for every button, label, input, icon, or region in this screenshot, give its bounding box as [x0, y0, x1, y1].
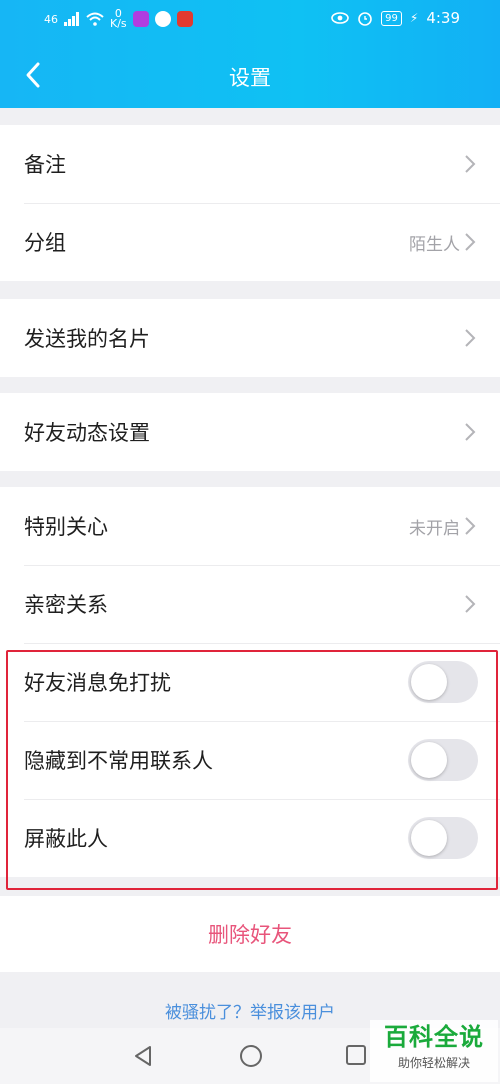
row-label: 好友消息免打扰 [24, 671, 171, 695]
chevron-right-icon [465, 595, 476, 613]
chevron-right-icon [465, 155, 476, 173]
hide-contact-row: 隐藏到不常用联系人 [0, 721, 500, 799]
status-right: 99 ⚡ 4:39 [331, 9, 460, 27]
chevron-right-icon [465, 233, 476, 251]
toggle-knob [411, 820, 447, 856]
app-notification-icon [132, 11, 149, 27]
watermark-title: 百科全说 [384, 1023, 484, 1051]
chevron-right-icon [465, 329, 476, 347]
settings-group-feed: 好友动态设置 [0, 393, 500, 471]
do-not-disturb-toggle[interactable] [408, 661, 478, 703]
do-not-disturb-row: 好友消息免打扰 [0, 643, 500, 721]
navigation-bar: 设置 [0, 48, 500, 104]
settings-group-relation: 特别关心 未开启 亲密关系 好友消息免打扰 隐藏到不常用联系人 屏蔽此人 [0, 487, 500, 877]
status-left: 46 0 K/s [44, 8, 193, 30]
battery-indicator: 99 [381, 10, 402, 26]
row-label: 分组 [24, 231, 66, 255]
status-time: 4:39 [426, 9, 460, 27]
row-label: 备注 [24, 153, 66, 177]
signal-icon [64, 12, 79, 26]
charging-icon: ⚡ [409, 11, 419, 25]
row-right: 未开启 [409, 514, 476, 539]
eye-icon [331, 12, 349, 24]
settings-group-card: 发送我的名片 [0, 299, 500, 377]
delete-friend-label: 删除好友 [208, 923, 292, 947]
home-circle-icon[interactable] [239, 1044, 263, 1068]
row-label: 发送我的名片 [24, 327, 150, 351]
settings-group-basic: 备注 分组 陌生人 [0, 125, 500, 281]
toggle-knob [411, 742, 447, 778]
chevron-right-icon [465, 517, 476, 535]
app-header: 46 0 K/s 99 ⚡ 4:39 设置 [0, 0, 500, 108]
page-title: 设置 [229, 66, 271, 90]
row-right [464, 328, 476, 348]
app-notification-icon [176, 11, 193, 27]
block-user-toggle[interactable] [408, 817, 478, 859]
recents-square-icon[interactable] [345, 1044, 367, 1066]
watermark-subtitle: 助你轻松解决 [397, 1056, 470, 1070]
row-right [464, 154, 476, 174]
remark-row[interactable]: 备注 [0, 125, 500, 203]
toggle-knob [411, 664, 447, 700]
signal-text: 46 [44, 12, 58, 26]
special-care-row[interactable]: 特别关心 未开启 [0, 487, 500, 565]
net-speed: 0 K/s [110, 8, 127, 30]
status-bar: 46 0 K/s 99 ⚡ 4:39 [0, 0, 500, 36]
alarm-icon [358, 12, 372, 26]
row-value: 陌生人 [409, 234, 460, 255]
row-right [464, 594, 476, 614]
row-label: 隐藏到不常用联系人 [24, 749, 213, 773]
net-speed-unit: K/s [110, 17, 127, 30]
hide-contact-toggle[interactable] [408, 739, 478, 781]
intimate-relation-row[interactable]: 亲密关系 [0, 565, 500, 643]
row-right: 陌生人 [409, 230, 476, 255]
feed-settings-row[interactable]: 好友动态设置 [0, 393, 500, 471]
row-label: 好友动态设置 [24, 421, 150, 445]
app-notification-icon [154, 11, 171, 27]
row-label: 特别关心 [24, 515, 108, 539]
row-value: 未开启 [409, 518, 460, 539]
back-triangle-icon[interactable] [132, 1044, 154, 1068]
chevron-right-icon [465, 423, 476, 441]
row-label: 亲密关系 [24, 593, 108, 617]
delete-friend-button[interactable]: 删除好友 [0, 896, 500, 972]
send-card-row[interactable]: 发送我的名片 [0, 299, 500, 377]
group-row[interactable]: 分组 陌生人 [0, 203, 500, 281]
wifi-icon [86, 12, 104, 26]
row-right [464, 422, 476, 442]
row-label: 屏蔽此人 [24, 827, 108, 851]
watermark-logo: 百科全说 助你轻松解决 [370, 1020, 498, 1082]
block-user-row: 屏蔽此人 [0, 799, 500, 877]
